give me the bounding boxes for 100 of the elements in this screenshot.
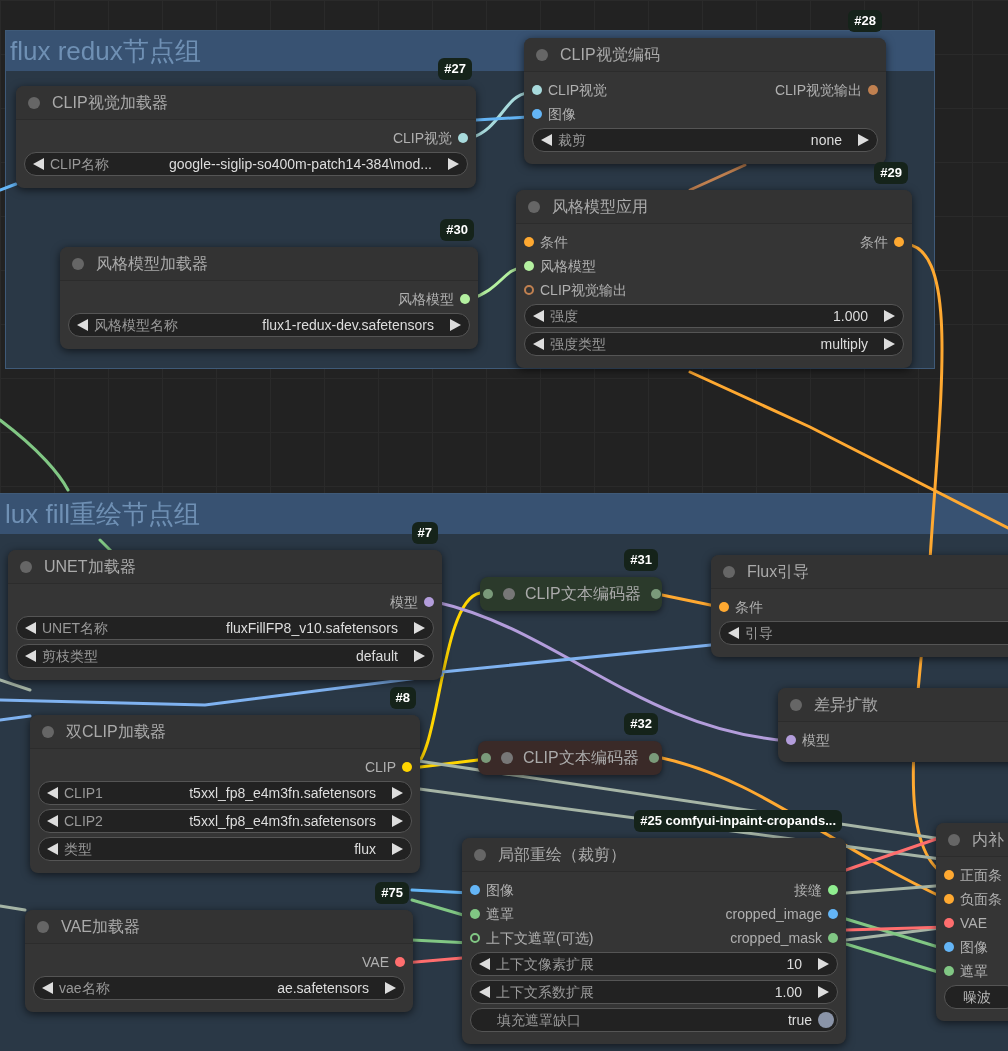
node-title: 风格模型应用 [552, 196, 648, 217]
group-title: lux fill重绘节点组 [4, 497, 200, 531]
input-label: 遮罩 [960, 961, 988, 981]
widget-value: none [810, 130, 843, 150]
left-arrow-icon[interactable] [42, 982, 53, 994]
combo-widget[interactable]: CLIP1 t5xxl_fp8_e4m3fn.safetensors [38, 781, 412, 805]
left-arrow-icon[interactable] [33, 158, 44, 170]
widget-label: 裁剪 [558, 130, 586, 150]
left-arrow-icon[interactable] [47, 843, 58, 855]
widget-value: t5xxl_fp8_e4m3fn.safetensors [189, 783, 377, 803]
node-title: 双CLIP加载器 [66, 721, 166, 742]
node-id-badge: #75 [375, 882, 409, 904]
node-title: VAE加载器 [61, 916, 140, 937]
node-title: Flux引导 [747, 561, 810, 582]
widget-value: multiply [820, 334, 869, 354]
widget-button[interactable]: 噪波 [944, 985, 1008, 1009]
widget-value: fluxFillFP8_v10.safetensors [226, 618, 399, 638]
widget-label: UNET名称 [42, 618, 109, 638]
right-arrow-icon[interactable] [884, 310, 895, 322]
number-widget[interactable]: 上下文像素扩展 10 [470, 952, 838, 976]
input-label: 风格模型 [540, 256, 596, 276]
right-arrow-icon[interactable] [858, 134, 869, 146]
collapsed-node[interactable]: CLIP文本编码器 [478, 741, 662, 775]
widget-label: 填充遮罩缺口 [496, 1010, 581, 1030]
widget-value: 1.00 [774, 982, 803, 1002]
right-arrow-icon[interactable] [818, 958, 829, 970]
left-arrow-icon[interactable] [728, 627, 739, 639]
node-title: 局部重绘（裁剪） [498, 844, 626, 865]
widget-label: CLIP2 [64, 811, 103, 831]
left-arrow-icon[interactable] [479, 958, 490, 970]
combo-widget[interactable]: 风格模型名称 flux1-redux-dev.safetensors [68, 313, 470, 337]
right-arrow-icon[interactable] [450, 319, 461, 331]
left-arrow-icon[interactable] [47, 815, 58, 827]
right-arrow-icon[interactable] [414, 650, 425, 662]
node-title: CLIP文本编码器 [525, 584, 641, 604]
node-id-badge: #25 comfyui-inpaint-cropands... [634, 810, 842, 832]
widget-label: 剪枝类型 [42, 646, 98, 666]
number-widget[interactable]: 引导 [719, 621, 1008, 645]
toggle-widget[interactable]: 填充遮罩缺口 true [470, 1008, 838, 1032]
output-label: VAE [362, 952, 389, 972]
input-label: 图像 [960, 937, 988, 957]
right-arrow-icon[interactable] [385, 982, 396, 994]
node-title: CLIP视觉加载器 [52, 92, 168, 113]
output-label: cropped_image [725, 904, 822, 924]
input-label: 图像 [548, 104, 576, 124]
output-label: 条件 [860, 232, 888, 252]
widget-value: 10 [786, 954, 803, 974]
right-arrow-icon[interactable] [414, 622, 425, 634]
combo-widget[interactable]: vae名称 ae.safetensors [33, 976, 405, 1000]
combo-widget[interactable]: CLIP2 t5xxl_fp8_e4m3fn.safetensors [38, 809, 412, 833]
left-arrow-icon[interactable] [533, 310, 544, 322]
node-title: 风格模型加载器 [96, 253, 208, 274]
widget-value: t5xxl_fp8_e4m3fn.safetensors [189, 811, 377, 831]
right-arrow-icon[interactable] [392, 815, 403, 827]
widget-label: 上下文系数扩展 [496, 982, 594, 1002]
output-label: cropped_mask [730, 928, 822, 948]
widget-label: 引导 [745, 623, 773, 643]
right-arrow-icon[interactable] [448, 158, 459, 170]
left-arrow-icon[interactable] [479, 986, 490, 998]
toggle-knob[interactable] [818, 1012, 834, 1028]
right-arrow-icon[interactable] [818, 986, 829, 998]
combo-widget[interactable]: 类型 flux [38, 837, 412, 861]
input-label: VAE [960, 913, 987, 933]
group-title: flux redux节点组 [10, 34, 201, 68]
left-arrow-icon[interactable] [25, 622, 36, 634]
input-label: 条件 [540, 232, 568, 252]
output-label: CLIP视觉输出 [774, 80, 862, 100]
left-arrow-icon[interactable] [541, 134, 552, 146]
number-widget[interactable]: 上下文系数扩展 1.00 [470, 980, 838, 1004]
combo-widget[interactable]: 裁剪 none [532, 128, 878, 152]
collapsed-node[interactable]: CLIP文本编码器 [480, 577, 662, 611]
input-label: 图像 [486, 880, 514, 900]
left-arrow-icon[interactable] [533, 338, 544, 350]
widget-value: google--siglip-so400m-patch14-384\mod... [168, 154, 433, 174]
combo-widget[interactable]: CLIP名称 google--siglip-so400m-patch14-384\mod... [24, 152, 468, 176]
node-title: 内补 [972, 829, 1004, 850]
right-arrow-icon[interactable] [392, 787, 403, 799]
output-label: CLIP [364, 757, 396, 777]
combo-widget[interactable]: 强度类型 multiply [524, 332, 904, 356]
node-id-badge: #28 [848, 10, 882, 32]
input-label: 负面条 [960, 889, 1002, 909]
input-label: CLIP视觉输出 [540, 280, 628, 300]
left-arrow-icon[interactable] [47, 787, 58, 799]
widget-label: 噪波 [962, 987, 991, 1007]
combo-widget[interactable]: 剪枝类型 default [16, 644, 434, 668]
left-arrow-icon[interactable] [25, 650, 36, 662]
left-arrow-icon[interactable] [77, 319, 88, 331]
input-label: CLIP视觉 [548, 80, 608, 100]
right-arrow-icon[interactable] [884, 338, 895, 350]
combo-widget[interactable]: UNET名称 fluxFillFP8_v10.safetensors [16, 616, 434, 640]
node-id-badge: #32 [624, 713, 658, 735]
widget-value: 1.000 [832, 306, 869, 326]
input-label: 遮罩 [486, 904, 514, 924]
widget-label: CLIP1 [64, 783, 103, 803]
input-label: 模型 [802, 730, 830, 750]
widget-value: ae.safetensors [277, 978, 370, 998]
widget-value: default [355, 646, 399, 666]
number-widget[interactable]: 强度 1.000 [524, 304, 904, 328]
output-label: 风格模型 [398, 289, 454, 309]
right-arrow-icon[interactable] [392, 843, 403, 855]
